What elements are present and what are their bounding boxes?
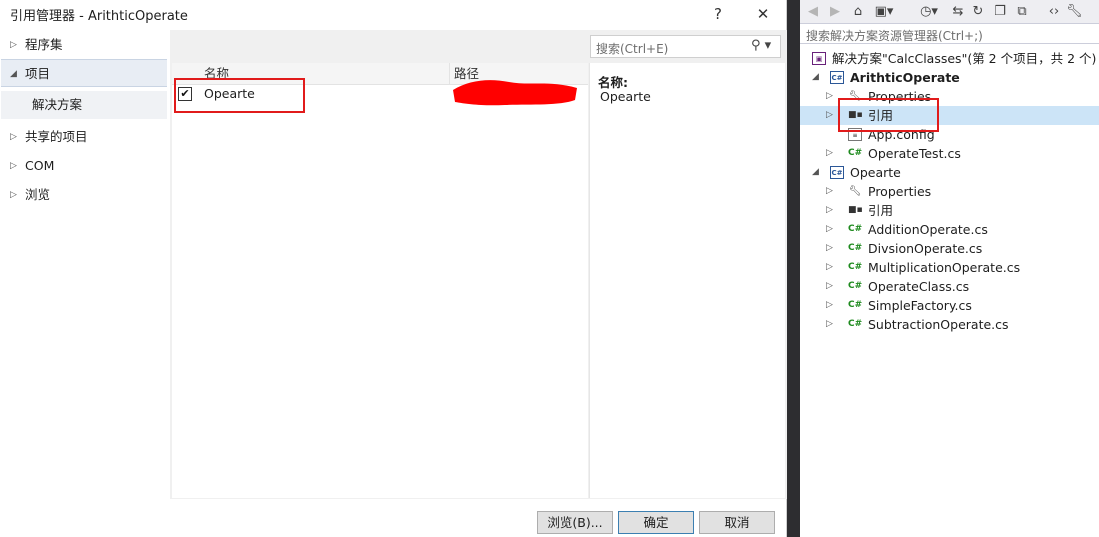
dialog-title: 引用管理器 - ArithticOperate — [10, 9, 188, 24]
csharp-file-icon: C# — [848, 300, 863, 310]
refresh-icon[interactable]: ↻ — [971, 2, 985, 22]
nav-shared-projects[interactable]: ▷ 共享的项目 — [1, 123, 167, 151]
csharp-project-icon: C# — [830, 166, 844, 179]
expand-icon[interactable]: ▷ — [826, 239, 836, 258]
expand-icon[interactable]: ▷ — [826, 87, 836, 106]
collapse-icon[interactable]: ◢ — [812, 68, 822, 87]
expand-icon[interactable]: ▷ — [826, 258, 836, 277]
search-input[interactable]: 搜索(Ctrl+E) — [596, 40, 668, 57]
expand-icon[interactable]: ▷ — [826, 296, 836, 315]
tree-item-label: SubtractionOperate.cs — [868, 317, 1009, 332]
home-icon[interactable]: ⌂ — [850, 2, 866, 22]
csharp-file-icon: C# — [848, 262, 863, 272]
solution-toolbar: ◀ ▶ ⌂ ▣▾ ◷▾ ⇆ ↻ ❐ ⧉ ‹› 🔧︎ — [800, 0, 1099, 24]
nav-assemblies[interactable]: ▷ 程序集 — [1, 31, 167, 59]
references-icon: ■▪ — [848, 205, 863, 215]
window-divider — [787, 0, 800, 537]
annotation-box — [174, 78, 305, 113]
switch-views-icon[interactable]: ▣▾ — [872, 2, 896, 22]
pending-changes-icon[interactable]: ◷▾ — [916, 2, 942, 22]
collapse-icon[interactable]: ◢ — [10, 60, 17, 88]
nav-label: 浏览 — [25, 187, 51, 202]
sync-icon[interactable]: ⇆ — [951, 2, 965, 22]
detail-pane — [589, 63, 785, 498]
solution-label: 解决方案"CalcClasses"(第 2 个项目，共 2 个) — [832, 51, 1097, 66]
browse-button[interactable]: 浏览(B)... — [537, 511, 613, 534]
csharp-project-icon: C# — [830, 71, 844, 84]
solution-search-input[interactable]: 搜索解决方案资源管理器(Ctrl+;) — [806, 27, 983, 44]
expand-icon[interactable]: ▷ — [826, 277, 836, 296]
nav-projects[interactable]: ◢ 项目 — [1, 59, 167, 87]
tree-item-label: DivsionOperate.cs — [868, 241, 983, 256]
csharp-file-icon: C# — [848, 224, 863, 234]
nav-com[interactable]: ▷ COM — [1, 152, 167, 180]
tree-item-label: Properties — [868, 184, 932, 199]
expand-icon[interactable]: ▷ — [826, 182, 836, 201]
detail-name-value: Opearte — [600, 89, 651, 104]
expand-icon[interactable]: ▷ — [10, 31, 17, 59]
expand-icon[interactable]: ▷ — [10, 152, 17, 180]
expand-icon[interactable]: ▷ — [826, 201, 836, 220]
nav-label: 项目 — [25, 66, 51, 81]
annotation-box — [838, 98, 939, 132]
tree-item-label: SimpleFactory.cs — [868, 298, 972, 313]
tree-item-label: OperateClass.cs — [868, 279, 970, 294]
tree-item-label: OperateTest.cs — [868, 146, 961, 161]
forward-icon[interactable]: ▶ — [828, 2, 842, 22]
csharp-file-icon: C# — [848, 148, 863, 158]
view-code-icon[interactable]: ‹› — [1046, 2, 1062, 22]
category-pane: ▷ 程序集 ◢ 项目 解决方案 ▷ 共享的项目 ▷ COM ▷ 浏览 — [1, 30, 170, 537]
expand-icon[interactable]: ▷ — [10, 123, 17, 151]
redaction-scribble — [453, 80, 577, 106]
wrench-icon: 🔧︎ — [848, 186, 862, 197]
search-icon[interactable]: ⚲ ▾ — [751, 38, 771, 53]
back-icon[interactable]: ◀ — [806, 2, 820, 22]
expand-icon[interactable]: ▷ — [826, 106, 836, 125]
solution-icon: ▣ — [812, 52, 826, 65]
project-label: Opearte — [850, 165, 901, 180]
csharp-file-icon: C# — [848, 319, 863, 329]
project-label: ArithticOperate — [850, 70, 960, 85]
reference-grid — [172, 63, 588, 498]
ok-button[interactable]: 确定 — [618, 511, 694, 534]
cancel-button[interactable]: 取消 — [699, 511, 775, 534]
collapse-icon[interactable]: ◢ — [812, 163, 822, 182]
tree-item-label: 引用 — [868, 203, 894, 218]
collapse-all-icon[interactable]: ❐ — [993, 2, 1007, 22]
nav-browse[interactable]: ▷ 浏览 — [1, 181, 167, 209]
tree-item-label: AdditionOperate.cs — [868, 222, 988, 237]
expand-icon[interactable]: ▷ — [826, 315, 836, 334]
expand-icon[interactable]: ▷ — [826, 220, 836, 239]
solution-search-box[interactable]: 搜索解决方案资源管理器(Ctrl+;) — [800, 24, 1099, 44]
tree-item-label: MultiplicationOperate.cs — [868, 260, 1021, 275]
search-box[interactable]: 搜索(Ctrl+E) ⚲ ▾ — [590, 35, 781, 58]
expand-icon[interactable]: ▷ — [826, 144, 836, 163]
show-all-files-icon[interactable]: ⧉ — [1014, 2, 1030, 22]
close-button[interactable]: ✕ — [751, 3, 775, 25]
csharp-file-icon: C# — [848, 281, 863, 291]
expand-icon[interactable]: ▷ — [10, 181, 17, 209]
nav-label: 解决方案 — [32, 97, 83, 112]
properties-wrench-icon[interactable]: 🔧︎ — [1066, 2, 1083, 22]
nav-label: COM — [25, 158, 55, 173]
help-button[interactable]: ? — [706, 3, 730, 25]
nav-solution[interactable]: 解决方案 — [1, 91, 167, 119]
nav-label: 程序集 — [25, 37, 63, 52]
csharp-file-icon: C# — [848, 243, 863, 253]
nav-label: 共享的项目 — [25, 129, 88, 144]
